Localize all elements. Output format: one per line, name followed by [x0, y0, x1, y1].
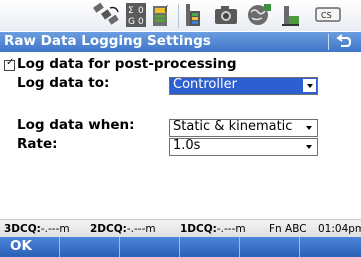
- svg-text:Σ: Σ: [128, 6, 134, 16]
- svg-text:/: /: [165, 4, 168, 13]
- softkey-5[interactable]: [240, 237, 300, 257]
- chevron-down-icon: [307, 84, 313, 88]
- rate-select[interactable]: 1.0s: [169, 138, 318, 156]
- page-title: Raw Data Logging Settings: [4, 33, 211, 49]
- svg-text:CS: CS: [321, 11, 332, 20]
- usb-icon[interactable]: [278, 2, 302, 28]
- log-data-checkbox-label: Log data for post-processing: [17, 56, 237, 72]
- dcq2-readout: 2DCQ:-.---m: [90, 223, 156, 235]
- dcq3-readout: 3DCQ:-.---m: [4, 223, 70, 235]
- log-data-checkbox[interactable]: ✓: [4, 57, 15, 71]
- softkey-2[interactable]: [60, 237, 120, 257]
- camera-icon[interactable]: [214, 2, 238, 28]
- rate-value: 1.0s: [173, 138, 201, 153]
- clock: 01:04pm: [318, 223, 361, 235]
- softkey-bar: OK: [0, 237, 361, 257]
- svg-text:G: G: [128, 17, 135, 27]
- radio-icon[interactable]: [184, 2, 206, 28]
- log-to-select[interactable]: Controller: [169, 77, 318, 95]
- rate-label: Rate:: [17, 136, 58, 152]
- ok-button[interactable]: OK: [0, 237, 60, 257]
- precision-status-bar: 3DCQ:-.---m 2DCQ:-.---m 1DCQ:-.---m Fn A…: [0, 219, 361, 238]
- log-to-label: Log data to:: [17, 75, 110, 91]
- input-mode: Fn ABC: [269, 223, 307, 235]
- log-to-dropdown-button[interactable]: [303, 79, 316, 92]
- softkey-6[interactable]: [300, 237, 360, 257]
- svg-text:0: 0: [138, 17, 144, 27]
- ok-button-label: OK: [10, 238, 32, 254]
- dcq1-readout: 1DCQ:-.---m: [180, 223, 246, 235]
- battery-icon[interactable]: /: [150, 2, 172, 28]
- log-when-select[interactable]: Static & kinematic: [169, 119, 318, 137]
- screen: Σ 0 G 0 / CS Raw Data Logging Settings ✓…: [0, 0, 361, 257]
- svg-text:0: 0: [138, 6, 144, 16]
- status-bar: Σ 0 G 0 / CS: [0, 0, 361, 31]
- softkey-3[interactable]: [120, 237, 180, 257]
- title-bar: Raw Data Logging Settings: [0, 32, 361, 52]
- satellite-icon[interactable]: [92, 2, 122, 28]
- log-when-label: Log data when:: [17, 117, 135, 133]
- chevron-down-icon: [306, 145, 312, 149]
- controller-icon[interactable]: CS: [313, 2, 343, 28]
- sv-count-icon[interactable]: Σ 0 G 0: [125, 2, 147, 28]
- chevron-down-icon: [306, 126, 312, 130]
- status-divider: [178, 4, 179, 28]
- log-when-value: Static & kinematic: [173, 119, 293, 134]
- internet-icon[interactable]: [246, 2, 272, 28]
- checkmark-icon: ✓: [6, 57, 15, 68]
- log-to-value: Controller: [173, 77, 237, 92]
- title-divider: [328, 34, 329, 50]
- softkey-4[interactable]: [180, 237, 240, 257]
- back-icon[interactable]: [334, 33, 354, 51]
